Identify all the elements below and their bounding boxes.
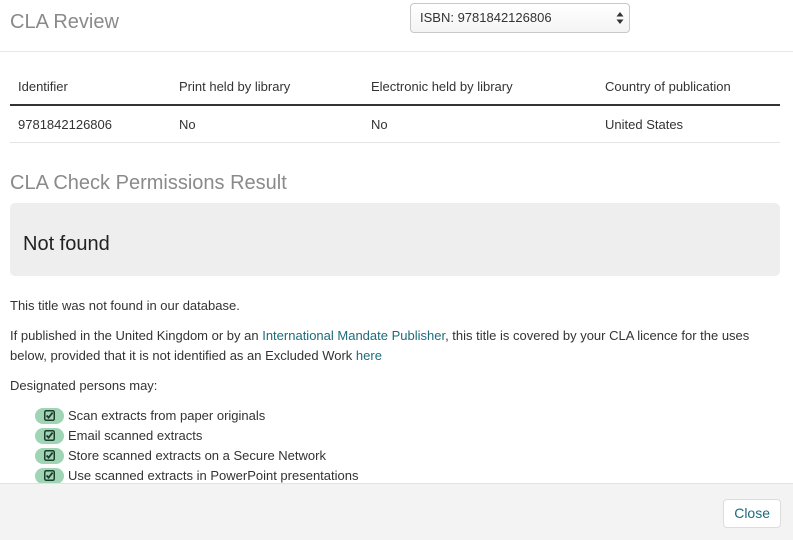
permission-label: Email scanned extracts [68,428,203,443]
result-heading: CLA Check Permissions Result [10,172,287,194]
checkbox-checked-icon [35,427,64,444]
permission-label: Store scanned extracts on a Secure Netwo… [68,448,326,463]
modal-header: CLA Review ISBN: 9781842126806 [0,0,793,52]
close-button[interactable]: Close [723,499,781,528]
identifier-table: Identifier Print held by library Electro… [10,68,780,143]
list-item: Email scanned extracts [35,426,359,446]
result-panel: Not found [10,203,780,276]
column-header-country: Country of publication [597,68,780,106]
checkbox-checked-icon [35,447,64,464]
checkbox-checked-icon [35,467,64,484]
cell-electronic-held: No [363,105,597,143]
coverage-prefix: If published in the United Kingdom or by… [10,328,263,343]
result-status: Not found [23,233,110,255]
page-title: CLA Review [10,11,119,33]
excluded-work-here-link[interactable]: here [356,348,382,363]
coverage-text: If published in the United Kingdom or by… [10,326,780,366]
column-header-electronic-held: Electronic held by library [363,68,597,106]
list-item: Scan extracts from paper originals [35,406,359,426]
modal-footer: Close [0,483,793,540]
list-item: Store scanned extracts on a Secure Netwo… [35,446,359,466]
select-arrows-icon [616,11,624,25]
isbn-select[interactable]: ISBN: 9781842126806 [410,3,630,33]
cell-print-held: No [171,105,363,143]
permission-label: Scan extracts from paper originals [68,408,266,423]
table-header-row: Identifier Print held by library Electro… [10,68,780,106]
column-header-print-held: Print held by library [171,68,363,106]
not-found-text: This title was not found in our database… [10,298,240,313]
cell-identifier: 9781842126806 [10,105,171,143]
checkbox-checked-icon [35,407,64,424]
international-mandate-publisher-link[interactable]: International Mandate Publisher [262,328,445,343]
column-header-identifier: Identifier [10,68,171,106]
cell-country: United States [597,105,780,143]
table-row: 9781842126806 No No United States [10,105,780,143]
designated-persons-text: Designated persons may: [10,378,158,393]
permissions-list: Scan extracts from paper originals Email… [35,406,359,486]
isbn-select-value: ISBN: 9781842126806 [420,10,552,25]
permission-label: Use scanned extracts in PowerPoint prese… [68,468,359,483]
